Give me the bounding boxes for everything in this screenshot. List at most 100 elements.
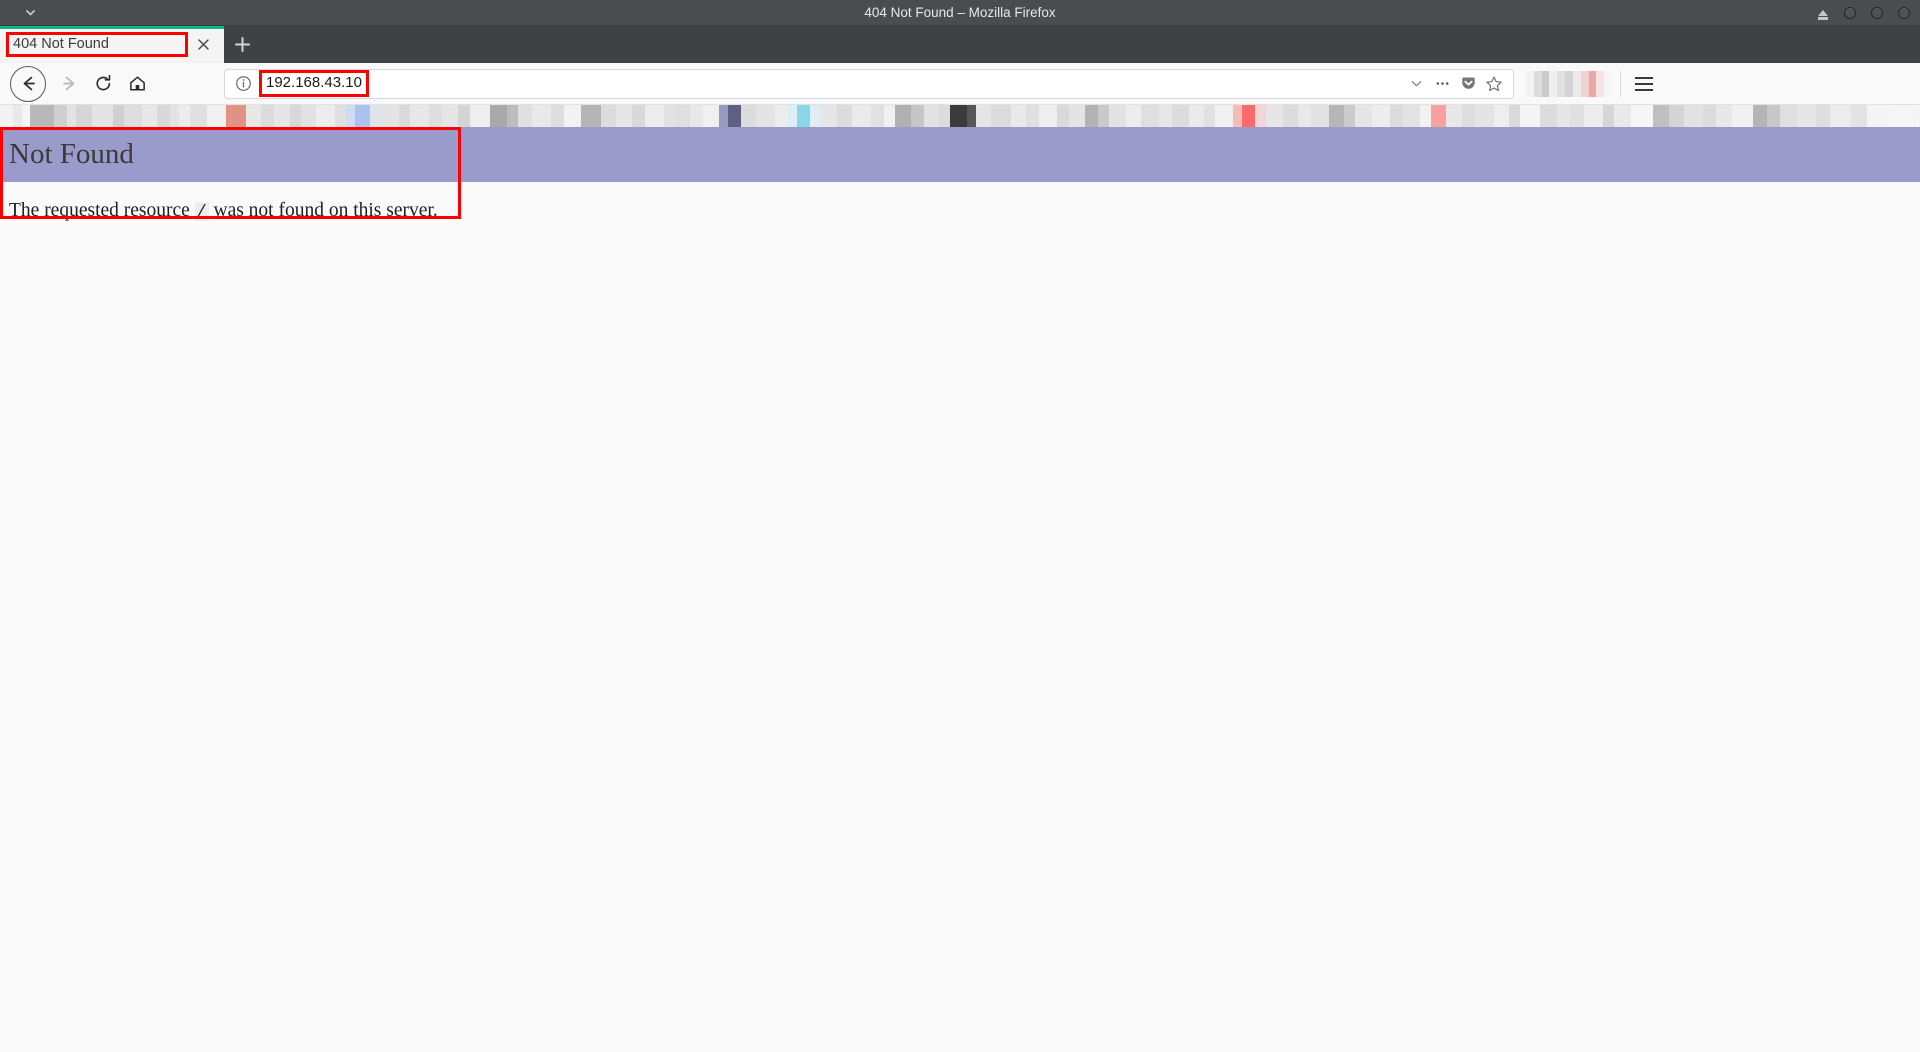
- toolbar-divider: [1620, 70, 1621, 97]
- app-menu-button[interactable]: [1629, 67, 1659, 101]
- bookmark-redacted-segment: [1011, 105, 1027, 127]
- bookmark-redacted-segment: [334, 105, 346, 127]
- bookmark-redacted-segment: [260, 105, 274, 127]
- bookmark-redacted-segment: [966, 105, 977, 127]
- bookmark-redacted-segment: [66, 105, 76, 127]
- bookmark-redacted-segment: [123, 105, 143, 127]
- bookmark-redacted-segment: [950, 105, 967, 127]
- window-title: 404 Not Found – Mozilla Firefox: [864, 4, 1056, 20]
- bookmark-redacted-segment: [0, 105, 13, 127]
- bookmark-redacted-segment: [1039, 105, 1058, 127]
- bookmark-redacted-segment: [245, 105, 261, 127]
- bookmark-redacted-segment: [441, 105, 459, 127]
- bookmark-redacted-segment: [1344, 105, 1356, 127]
- tab-404-not-found[interactable]: 404 Not Found: [0, 26, 224, 63]
- url-history-dropdown-button[interactable]: [1403, 71, 1429, 97]
- site-identity-button[interactable]: [233, 74, 253, 94]
- new-tab-button[interactable]: [224, 26, 260, 63]
- bookmark-redacted-segment: [1390, 105, 1404, 127]
- bookmark-redacted-segment: [1057, 105, 1069, 127]
- bookmark-redacted-segment: [273, 105, 291, 127]
- maximize-button[interactable]: [1870, 7, 1883, 20]
- bookmark-redacted-segment: [1715, 105, 1733, 127]
- url-input[interactable]: 192.168.43.10: [259, 70, 369, 97]
- bookmark-redacted-segment: [632, 105, 646, 127]
- page-title: Not Found: [9, 138, 134, 170]
- bookmark-redacted-segment: [924, 105, 940, 127]
- error-message: The requested resource / was not found o…: [9, 199, 1920, 222]
- bookmark-redacted-segment: [1026, 105, 1039, 127]
- bookmark-redacted-segment: [506, 105, 518, 127]
- bookmark-redacted-segment: [820, 105, 838, 127]
- bookmark-redacted-segment: [852, 105, 871, 127]
- bookmark-star-button[interactable]: [1481, 71, 1507, 97]
- bookmark-redacted-segment: [1752, 105, 1768, 127]
- bookmark-redacted-segment: [787, 105, 797, 127]
- bookmark-redacted-segment: [1329, 105, 1345, 127]
- bookmark-redacted-segment: [990, 105, 1012, 127]
- bookmark-redacted-segment: [645, 105, 664, 127]
- pocket-save-button[interactable]: [1455, 71, 1481, 97]
- bookmark-redacted-segment: [1419, 105, 1431, 127]
- close-button[interactable]: [1897, 7, 1910, 20]
- bookmark-redacted-segment: [22, 105, 30, 127]
- plus-icon: [234, 37, 250, 52]
- bookmark-redacted-segment: [1403, 105, 1420, 127]
- home-icon: [129, 76, 145, 91]
- star-icon: [1486, 75, 1502, 91]
- bookmark-redacted-segment: [939, 105, 951, 127]
- forward-button[interactable]: [52, 67, 86, 101]
- bookmark-redacted-segment: [53, 105, 67, 127]
- bookmark-redacted-segment: [29, 105, 54, 127]
- bookmark-redacted-segment: [1540, 105, 1557, 127]
- bookmark-redacted-segment: [796, 105, 810, 127]
- eject-icon[interactable]: [1816, 7, 1829, 20]
- bookmark-redacted-segment: [809, 105, 821, 127]
- bookmark-redacted-segment: [1815, 105, 1831, 127]
- bookmark-redacted-segment: [1109, 105, 1126, 127]
- home-button[interactable]: [120, 67, 154, 101]
- reload-button[interactable]: [86, 67, 120, 101]
- bookmark-redacted-segment: [1602, 105, 1614, 127]
- tab-close-button[interactable]: [194, 36, 212, 54]
- requested-path-code: /: [194, 202, 209, 221]
- bookmark-redacted-segment: [1188, 105, 1204, 127]
- url-bar[interactable]: 192.168.43.10: [224, 68, 1514, 99]
- bookmark-redacted-segment: [1519, 105, 1541, 127]
- minimize-button[interactable]: [1843, 7, 1856, 20]
- back-button[interactable]: [10, 65, 46, 102]
- bookmark-redacted-segment: [1297, 105, 1311, 127]
- bookmarks-toolbar[interactable]: [0, 105, 1920, 127]
- bookmark-redacted-segment: [1462, 105, 1476, 127]
- bookmark-redacted-segment: [1475, 105, 1494, 127]
- bookmark-redacted-segment: [75, 105, 93, 127]
- bookmark-redacted-segment: [615, 105, 633, 127]
- titlebar-menu-button[interactable]: [0, 0, 60, 26]
- bookmark-redacted-segment: [774, 105, 788, 127]
- bookmark-redacted-segment: [1355, 105, 1372, 127]
- page-actions-button[interactable]: [1429, 71, 1455, 97]
- bookmark-redacted-segment: [1310, 105, 1330, 127]
- window-controls: [1816, 0, 1910, 26]
- bookmark-redacted-segment: [1430, 105, 1446, 127]
- bookmark-redacted-segment: [1630, 105, 1653, 127]
- arrow-right-icon: [62, 76, 74, 91]
- bookmark-redacted-segment: [1214, 105, 1234, 127]
- bookmark-redacted-segment: [179, 105, 191, 127]
- bookmark-redacted-segment: [410, 105, 429, 127]
- bookmark-redacted-segment: [399, 105, 411, 127]
- bookmark-redacted-segment: [883, 105, 895, 127]
- bookmark-redacted-segment: [1283, 105, 1298, 127]
- bookmark-redacted-segment: [870, 105, 884, 127]
- bookmark-redacted-segment: [142, 105, 158, 127]
- bookmark-redacted-segment: [756, 105, 775, 127]
- bookmark-redacted-segment: [290, 105, 302, 127]
- bookmark-redacted-segment: [741, 105, 757, 127]
- bookmark-redacted-segment: [92, 105, 113, 127]
- bookmark-redacted-segment: [1613, 105, 1631, 127]
- menu-icon-bar: [1635, 76, 1653, 79]
- bookmark-redacted-segment: [489, 105, 507, 127]
- tab-strip: 404 Not Found: [0, 26, 1920, 63]
- pocket-shield-icon: [1461, 77, 1475, 89]
- bookmark-redacted-segment: [428, 105, 442, 127]
